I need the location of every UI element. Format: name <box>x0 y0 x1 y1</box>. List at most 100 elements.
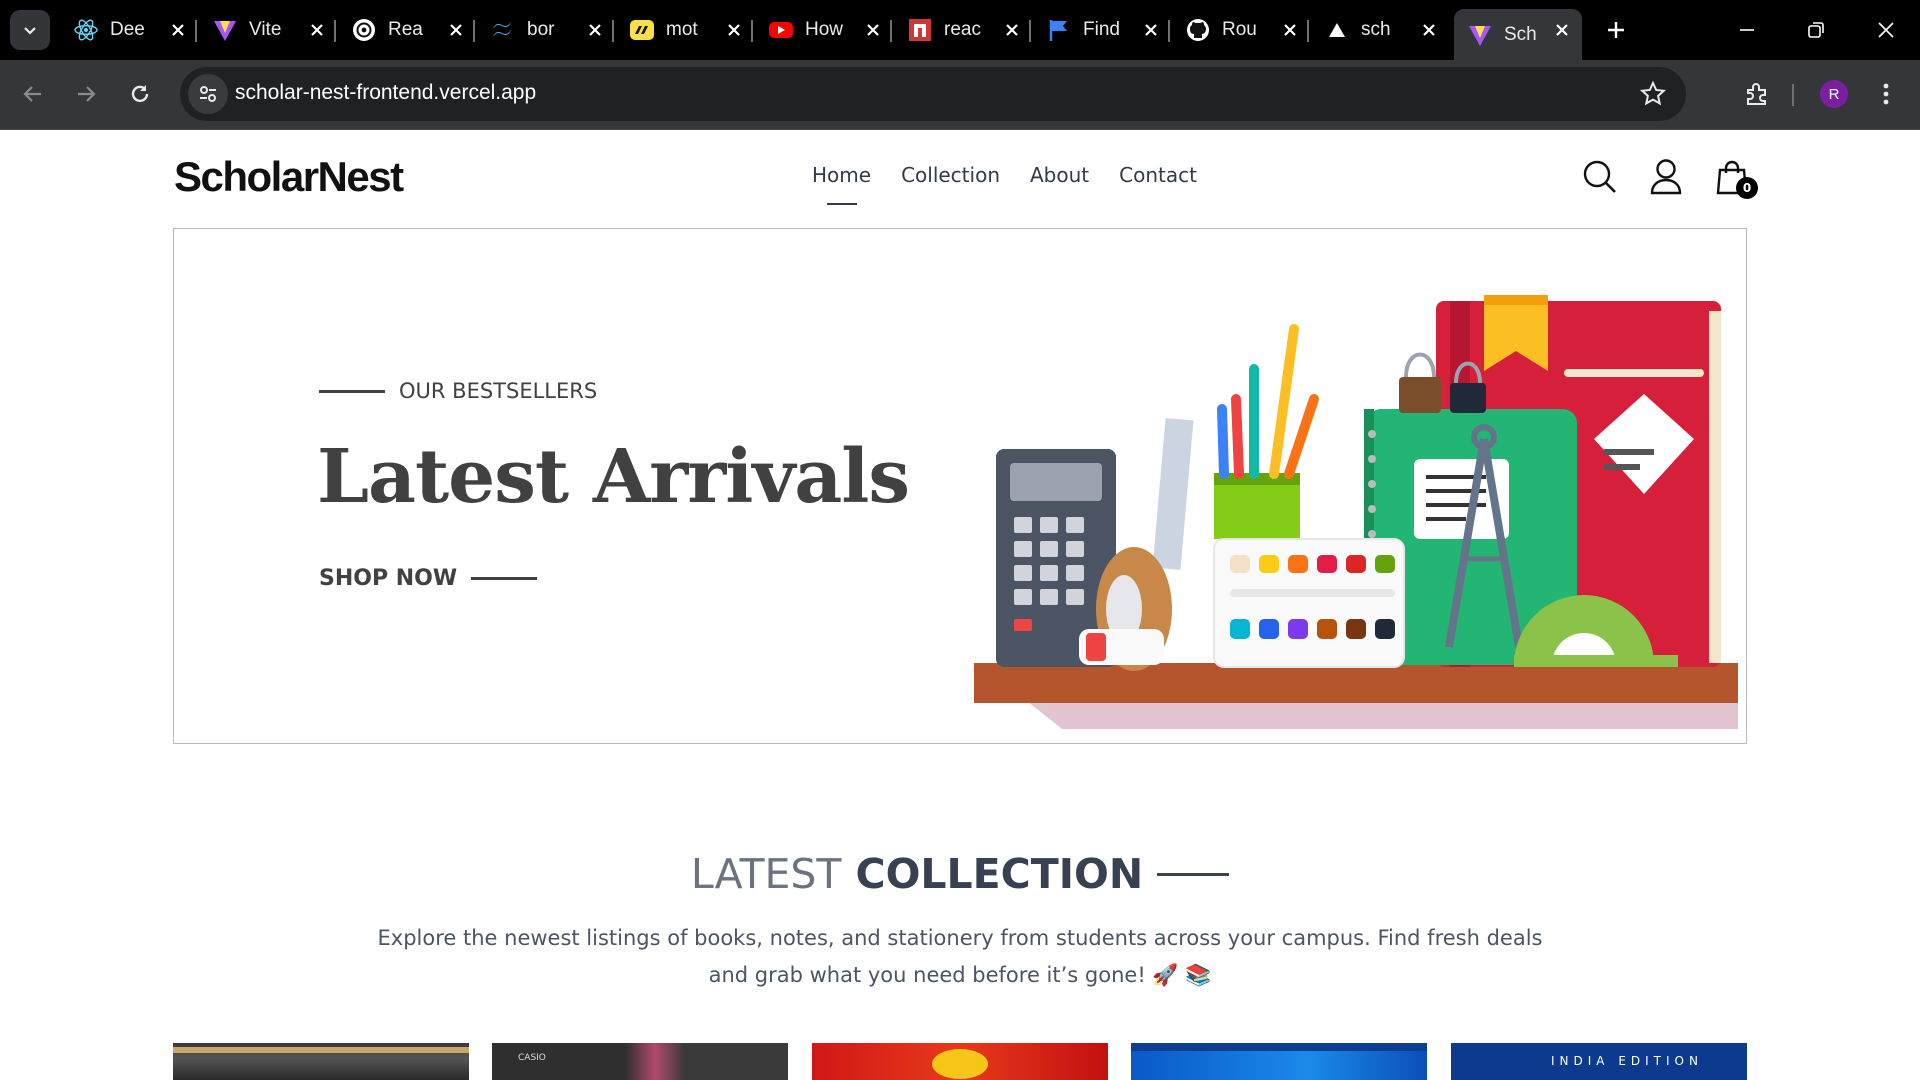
vercel-icon <box>1323 16 1351 44</box>
reload-button[interactable] <box>120 74 160 114</box>
cart-button[interactable]: 0 <box>1712 157 1758 199</box>
tab-title: mot <box>666 19 698 40</box>
main-nav: Home Collection About Contact <box>812 163 1197 187</box>
close-tab-icon[interactable] <box>1550 18 1574 42</box>
close-tab-icon[interactable] <box>444 18 468 42</box>
forward-button[interactable] <box>66 74 106 114</box>
github-icon <box>1184 16 1212 44</box>
back-button[interactable] <box>13 74 53 114</box>
restore-icon <box>1808 22 1824 38</box>
close-icon <box>1878 22 1894 38</box>
profile-button[interactable] <box>1646 157 1686 197</box>
product-card[interactable] <box>812 1043 1108 1080</box>
tab-divider <box>751 20 753 42</box>
browser-tab[interactable]: Rou <box>1172 9 1310 51</box>
url-text[interactable]: scholar-nest-frontend.vercel.app <box>235 81 536 105</box>
product-card[interactable]: INDIA EDITION <box>1451 1043 1747 1080</box>
site-info-button[interactable] <box>188 74 228 114</box>
product-label: CASIO <box>518 1053 546 1063</box>
tab-divider <box>334 20 336 42</box>
bookmark-star-icon[interactable] <box>1640 81 1666 107</box>
browser-menu-button[interactable] <box>1872 74 1900 114</box>
browser-tab[interactable]: Dee <box>60 9 198 51</box>
toolbar-divider <box>1792 84 1794 106</box>
browser-tab[interactable]: sch <box>1311 9 1449 51</box>
close-tab-icon[interactable] <box>1417 18 1441 42</box>
flag-icon <box>1045 16 1073 44</box>
site-logo[interactable]: ScholarNest <box>174 153 404 201</box>
hero-eyebrow: OUR BESTSELLERS <box>319 379 597 403</box>
close-tab-icon[interactable] <box>1139 18 1163 42</box>
close-tab-icon[interactable] <box>1000 18 1024 42</box>
pencil-cup <box>1214 324 1319 539</box>
site-header: ScholarNest Home Collection About Contac… <box>0 131 1920 227</box>
cart-count-badge: 0 <box>1736 177 1758 199</box>
browser-tab[interactable]: Find <box>1033 9 1171 51</box>
npm-icon <box>906 16 934 44</box>
browser-tab-active[interactable]: Sch <box>1454 9 1582 60</box>
arrow-right-icon <box>78 86 96 102</box>
tab-divider <box>890 20 892 42</box>
description-line-2: and grab what you need before it’s gone!… <box>708 963 1212 987</box>
search-button[interactable] <box>1580 157 1620 197</box>
restore-button[interactable] <box>1786 8 1846 52</box>
close-tab-icon[interactable] <box>1278 18 1302 42</box>
nav-about[interactable]: About <box>1030 163 1089 187</box>
shop-now-link[interactable]: SHOP NOW <box>319 566 538 591</box>
hero-title: Latest Arrivals <box>317 434 910 520</box>
shelf <box>974 663 1738 703</box>
section-title-rule <box>1157 872 1230 876</box>
tab-search-button[interactable] <box>10 10 50 50</box>
tab-divider <box>1168 20 1170 42</box>
search-icon <box>1583 160 1616 193</box>
nav-collection[interactable]: Collection <box>901 163 1000 187</box>
browser-tab[interactable]: How <box>755 9 893 51</box>
stationery-illustration <box>974 295 1738 729</box>
close-tab-icon[interactable] <box>583 18 607 42</box>
close-tab-icon[interactable] <box>166 18 190 42</box>
new-tab-button[interactable] <box>1598 12 1634 48</box>
paint-palette <box>1213 538 1405 668</box>
tab-title: Vite <box>249 19 282 40</box>
address-bar[interactable]: scholar-nest-frontend.vercel.app <box>180 67 1686 121</box>
minimize-button[interactable] <box>1717 8 1777 52</box>
product-card[interactable] <box>173 1043 469 1080</box>
close-window-button[interactable] <box>1856 8 1916 52</box>
react-icon <box>72 16 100 44</box>
more-vert-icon <box>1883 83 1889 105</box>
tab-title: sch <box>1361 19 1391 40</box>
eyebrow-rule <box>319 389 385 393</box>
close-tab-icon[interactable] <box>861 18 885 42</box>
product-image <box>173 1047 469 1053</box>
puzzle-icon <box>1747 83 1766 105</box>
tab-title: reac <box>944 19 981 40</box>
product-image <box>932 1049 988 1079</box>
browser-tab[interactable]: reac <box>894 9 1032 51</box>
section-title-light: LATEST <box>690 850 842 898</box>
hero-banner: OUR BESTSELLERS Latest Arrivals SHOP NOW <box>173 228 1747 744</box>
browser-tab[interactable]: Vite <box>199 9 337 51</box>
eyebrow-text: OUR BESTSELLERS <box>399 379 598 403</box>
profile-avatar[interactable]: R <box>1820 80 1848 108</box>
product-grid: CASIO INDIA EDITION <box>173 1043 1747 1080</box>
product-label: INDIA EDITION <box>1551 1054 1703 1068</box>
tab-title: Rea <box>388 19 423 40</box>
openai-icon <box>350 16 378 44</box>
vite-icon <box>1466 21 1494 49</box>
tab-divider <box>1029 20 1031 42</box>
tab-title: Rou <box>1222 19 1257 40</box>
close-tab-icon[interactable] <box>722 18 746 42</box>
nav-home[interactable]: Home <box>812 163 871 187</box>
shop-now-label[interactable]: SHOP NOW <box>319 566 457 591</box>
product-card[interactable] <box>1131 1043 1427 1080</box>
browser-tab[interactable]: bor <box>477 9 615 51</box>
motion-icon <box>628 16 656 44</box>
tab-title: Find <box>1083 19 1120 40</box>
browser-tab[interactable]: mot <box>616 9 754 51</box>
close-tab-icon[interactable] <box>305 18 329 42</box>
product-card[interactable]: CASIO <box>492 1043 788 1080</box>
reload-icon <box>131 85 149 103</box>
extensions-button[interactable] <box>1737 74 1777 114</box>
nav-contact[interactable]: Contact <box>1119 163 1197 187</box>
browser-tab[interactable]: Rea <box>338 9 476 51</box>
